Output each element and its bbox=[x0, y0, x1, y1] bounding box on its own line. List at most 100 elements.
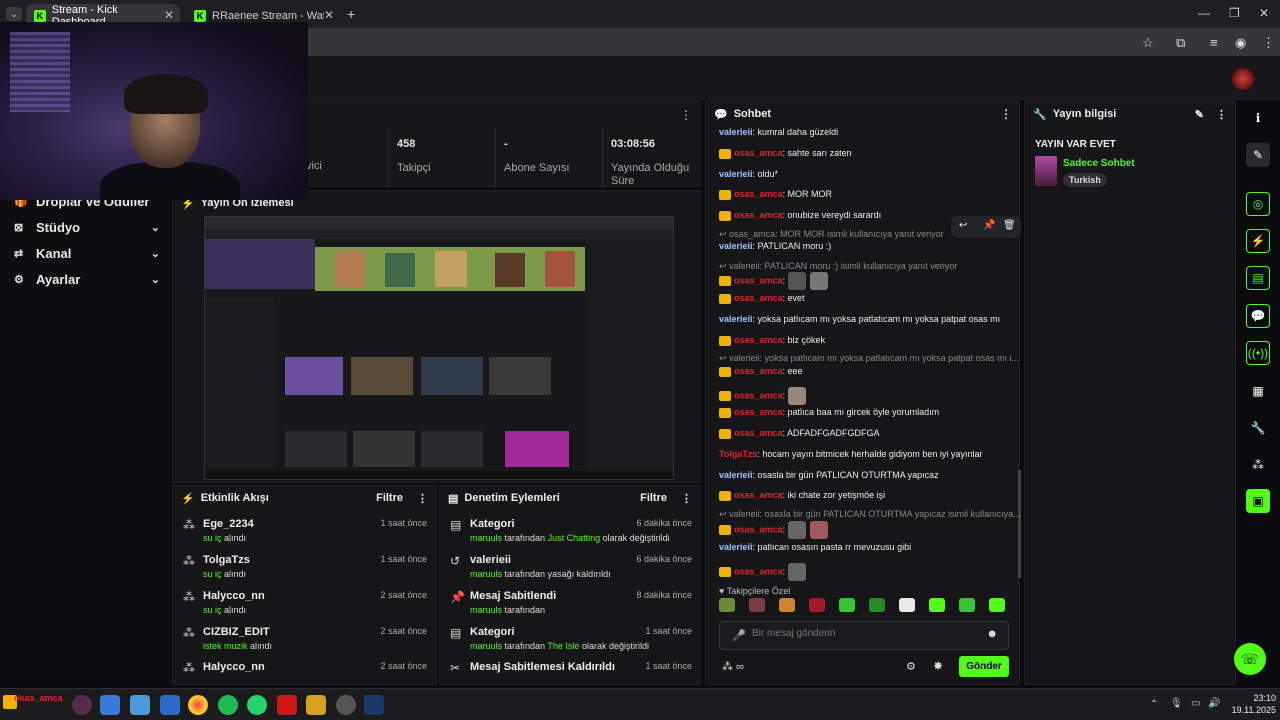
chat-username[interactable]: valerieii bbox=[719, 470, 753, 480]
chat-username[interactable]: valerieii bbox=[719, 241, 753, 251]
volume-icon[interactable]: 🔊 bbox=[1208, 698, 1220, 709]
chat-message[interactable]: osas_amca: evet bbox=[719, 293, 805, 304]
minimize-icon[interactable]: — bbox=[1198, 6, 1210, 20]
chat-message[interactable]: osas_amca: iki chate zor yetişmöe işi bbox=[719, 490, 885, 501]
emote[interactable] bbox=[809, 598, 825, 612]
kicks-icon[interactable]: ⁂ ∞ bbox=[722, 660, 744, 673]
whatsapp-icon[interactable] bbox=[247, 695, 267, 715]
layout-icon[interactable]: ▦ bbox=[1246, 379, 1270, 403]
emote[interactable] bbox=[899, 598, 915, 612]
chat-username[interactable]: osas_amca bbox=[734, 275, 783, 285]
chat-scrollbar[interactable] bbox=[1018, 470, 1021, 578]
chat-message[interactable]: valerieii: oldu* bbox=[719, 169, 778, 179]
chat-icon[interactable]: 💬 bbox=[1246, 304, 1270, 328]
more-icon[interactable]: ⋮ bbox=[681, 492, 692, 505]
more-icon[interactable]: ⋮ bbox=[680, 108, 692, 122]
chat-username[interactable]: osas_amca bbox=[734, 189, 783, 199]
obs-icon[interactable] bbox=[336, 695, 356, 715]
bookmark-star-icon[interactable]: ☆ bbox=[1142, 35, 1154, 51]
emote[interactable] bbox=[929, 598, 945, 612]
nav-item-channel[interactable]: ⇄ Kanal ⌄ bbox=[14, 246, 160, 261]
reply-reference[interactable]: ↩ osas_amca: MOR MOR isimli kullanıcıya … bbox=[719, 229, 944, 240]
tray-chevron-icon[interactable]: ⌃ bbox=[1150, 699, 1158, 710]
chat-username[interactable]: valerieii bbox=[719, 314, 753, 324]
chat-message[interactable]: TolgaTzs: hocam yayın bitmicek herhalde … bbox=[719, 449, 982, 459]
close-icon[interactable]: ✕ bbox=[164, 8, 174, 22]
desktop-icon[interactable] bbox=[130, 695, 150, 715]
user-avatar-icon[interactable] bbox=[72, 695, 92, 715]
support-icon[interactable]: ☏ bbox=[1234, 643, 1266, 675]
chat-username[interactable]: valerieii bbox=[719, 169, 753, 179]
broadcast-icon[interactable]: ((•)) bbox=[1246, 341, 1270, 365]
chat-input-box[interactable]: 🎤 ☻ bbox=[719, 621, 1009, 650]
emoji-icon[interactable]: ☻ bbox=[986, 628, 998, 640]
emote[interactable] bbox=[869, 598, 885, 612]
chat-username[interactable]: osas_amca bbox=[734, 366, 783, 376]
chat-username[interactable]: osas_amca bbox=[734, 490, 783, 500]
chat-username[interactable]: osas_amca bbox=[734, 428, 783, 438]
edit-icon[interactable]: ✎ bbox=[1195, 108, 1204, 121]
avatar[interactable] bbox=[1232, 68, 1254, 90]
category-name[interactable]: Sadece Sohbet bbox=[1063, 158, 1135, 169]
close-window-icon[interactable]: ✕ bbox=[1259, 6, 1269, 20]
nav-item-settings[interactable]: ⚙ Ayarlar ⌄ bbox=[14, 272, 160, 287]
chat-message[interactable]: osas_amca: bbox=[719, 272, 830, 290]
more-icon[interactable]: ⋮ bbox=[1216, 108, 1227, 121]
chat-username[interactable]: osas_amca bbox=[734, 148, 783, 158]
chat-message[interactable]: osas_amca: MOR MOR bbox=[719, 189, 832, 200]
note-icon[interactable]: ▤ bbox=[1246, 266, 1270, 290]
new-tab-button[interactable]: + bbox=[347, 6, 355, 22]
menu-icon[interactable]: ⋮ bbox=[1262, 35, 1275, 51]
stream-preview-video[interactable] bbox=[204, 216, 674, 480]
app-icon[interactable] bbox=[277, 695, 297, 715]
chat-username[interactable]: osas_amca bbox=[734, 335, 783, 345]
chat-message[interactable]: valerieii: PATLICAN moru :) bbox=[719, 241, 831, 251]
chat-username[interactable]: osas_amca bbox=[734, 390, 783, 400]
chat-message[interactable]: osas_amca: eee bbox=[719, 366, 803, 377]
reply-reference[interactable]: ↩ valerieii: PATLICAN moru :) isimli kul… bbox=[719, 261, 957, 272]
delete-icon[interactable]: 🗑 bbox=[1003, 220, 1016, 231]
calendar-icon[interactable] bbox=[160, 695, 180, 715]
chat-message[interactable]: osas_amca: patlıca baa mı gircek öyle yo… bbox=[719, 407, 939, 418]
chat-message[interactable]: osas_amca: onubize vereydi sarardı bbox=[719, 210, 881, 221]
emote[interactable] bbox=[959, 598, 975, 612]
emote[interactable] bbox=[749, 598, 765, 612]
chat-message[interactable]: valerieii: kumral daha güzeldi bbox=[719, 127, 838, 137]
extensions-icon[interactable]: ⧉ bbox=[1176, 35, 1185, 51]
app-icon[interactable] bbox=[306, 695, 326, 715]
spotify-icon[interactable] bbox=[218, 695, 238, 715]
chat-message[interactable]: osas_amca: bbox=[719, 521, 830, 539]
mic-icon[interactable]: 🎤 bbox=[732, 629, 746, 642]
filter-button[interactable]: Filtre bbox=[376, 492, 403, 504]
edit-icon[interactable]: ✎ bbox=[1246, 143, 1270, 167]
chat-username[interactable]: osas_amca bbox=[734, 524, 783, 534]
chat-username[interactable]: osas_amca bbox=[734, 407, 783, 417]
more-icon[interactable]: ⋮ bbox=[417, 492, 428, 505]
emote[interactable] bbox=[779, 598, 795, 612]
emote[interactable] bbox=[839, 598, 855, 612]
reply-icon[interactable]: ↩ bbox=[959, 220, 967, 231]
profile-icon[interactable]: ◉ bbox=[1235, 35, 1246, 51]
badge-icon[interactable]: ✸ bbox=[933, 659, 943, 673]
capture-icon[interactable]: ◎ bbox=[1246, 192, 1270, 216]
maximize-icon[interactable]: ❐ bbox=[1229, 6, 1240, 20]
chrome-icon[interactable] bbox=[188, 695, 208, 715]
chat-username[interactable]: osas_amca bbox=[734, 293, 783, 303]
close-icon[interactable]: ✕ bbox=[324, 8, 334, 22]
chat-message[interactable]: osas_amca: ADFADFGADFGDFGA bbox=[719, 428, 880, 439]
explorer-icon[interactable] bbox=[100, 695, 120, 715]
dots-icon[interactable]: ⁂ bbox=[1246, 453, 1270, 477]
reply-reference[interactable]: ↩ valerieii: yoksa patlıcam mı yoksa pat… bbox=[719, 353, 1019, 364]
chat-message[interactable]: osas_amca: sahte sarı zaten bbox=[719, 148, 852, 159]
media-icon[interactable]: ≡ bbox=[1210, 35, 1218, 50]
wrench-icon[interactable]: 🔧 bbox=[1246, 416, 1270, 440]
chat-message-input[interactable] bbox=[752, 628, 972, 639]
send-button[interactable]: Gönder bbox=[959, 656, 1009, 677]
chat-message[interactable]: osas_amca: biz çökek bbox=[719, 335, 825, 346]
nav-item-studio[interactable]: ⊠ Stüdyo ⌄ bbox=[14, 220, 160, 235]
pin-icon[interactable]: 📌 bbox=[983, 220, 995, 231]
network-icon[interactable]: ▭ bbox=[1191, 698, 1200, 709]
emote[interactable] bbox=[989, 598, 1005, 612]
more-icon[interactable]: ⋮ bbox=[1000, 107, 1012, 121]
clock-time[interactable]: 23:10 bbox=[1236, 693, 1276, 703]
